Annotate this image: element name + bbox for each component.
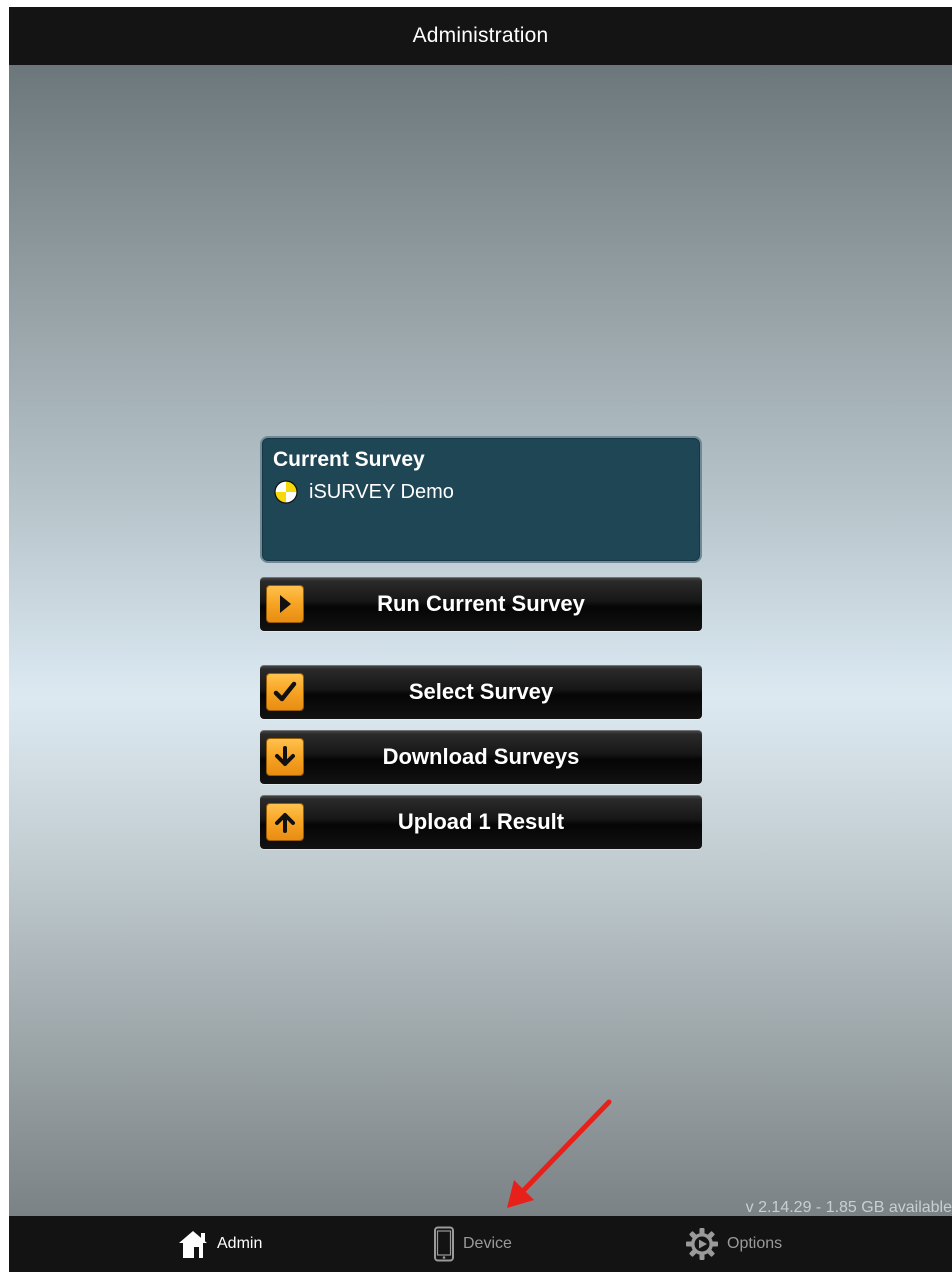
version-info: v 2.14.29 - 1.85 GB available [745, 1199, 952, 1216]
run-current-survey-label: Run Current Survey [377, 591, 585, 616]
tab-device[interactable]: Device [433, 1216, 512, 1272]
current-survey-row: iSURVEY Demo [274, 480, 454, 504]
current-survey-name: iSURVEY Demo [309, 480, 454, 503]
run-current-survey-button[interactable]: Run Current Survey [260, 577, 702, 631]
navigation-bar: Administration [9, 7, 952, 65]
tablet-icon [434, 1226, 454, 1262]
current-survey-heading: Current Survey [273, 448, 425, 471]
download-surveys-label: Download Surveys [382, 744, 580, 769]
gear-icon [686, 1228, 718, 1260]
upload-results-button[interactable]: Upload 1 Result [260, 795, 702, 849]
select-survey-label: Select Survey [408, 679, 554, 704]
upload-results-label: Upload 1 Result [397, 809, 565, 834]
tab-options[interactable]: Options [685, 1216, 782, 1272]
select-survey-button[interactable]: Select Survey [260, 665, 702, 719]
page-title: Administration [412, 24, 549, 47]
survey-target-icon [274, 480, 298, 504]
app-window: Administration Current Survey iSURVEY De… [9, 7, 952, 1272]
tab-admin-label: Admin [217, 1235, 263, 1252]
download-surveys-button[interactable]: Download Surveys [260, 730, 702, 784]
home-icon [179, 1231, 207, 1258]
tab-device-label: Device [463, 1235, 512, 1252]
admin-content: Current Survey iSURVEY Demo Run Current … [9, 65, 952, 1216]
tab-options-label: Options [727, 1235, 783, 1252]
tab-bar: Admin Device Options [9, 1216, 952, 1272]
tab-admin[interactable]: Admin [177, 1216, 262, 1272]
current-survey-card: Current Survey iSURVEY Demo [260, 436, 702, 563]
